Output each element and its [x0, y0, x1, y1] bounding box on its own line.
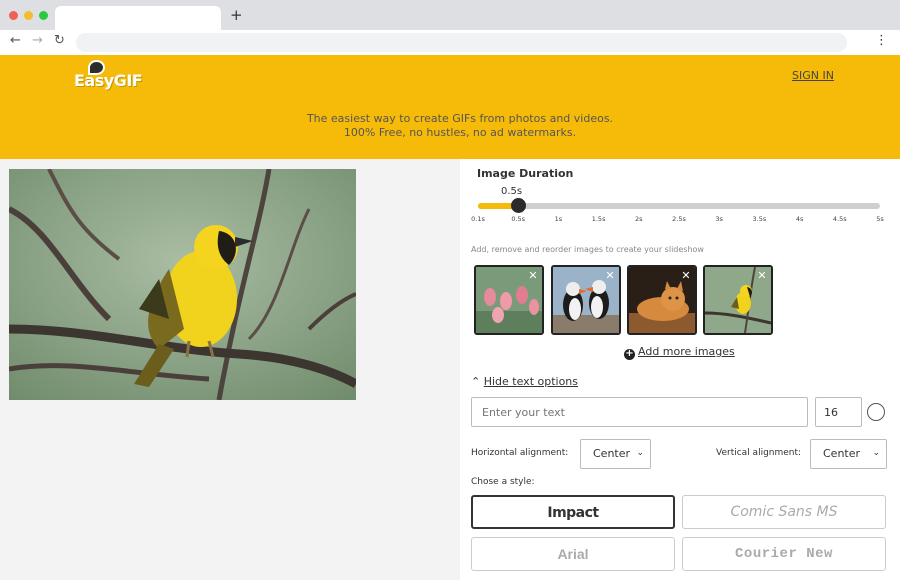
arrow-right-icon[interactable]: →	[32, 33, 43, 48]
slideshow-hint: Add, remove and reorder images to create…	[471, 245, 704, 254]
minimize-window-icon[interactable]	[24, 11, 33, 20]
browser-tab[interactable]	[55, 6, 221, 30]
window-controls	[9, 11, 48, 20]
tagline-line-2: 100% Free, no hustles, no ad watermarks.	[343, 126, 577, 139]
remove-thumbnail-icon[interactable]: ✕	[603, 269, 617, 283]
thumbnail-flamingos[interactable]: ✕	[474, 265, 544, 335]
duration-tick-label: 2s	[635, 215, 643, 223]
duration-tick-label: 5s	[876, 215, 884, 223]
remove-thumbnail-icon[interactable]: ✕	[679, 269, 693, 283]
duration-tick-label: 4s	[795, 215, 804, 223]
horizontal-alignment-label: Horizontal alignment:	[471, 448, 569, 458]
thumbnail-puffins[interactable]: ✕	[551, 265, 621, 335]
arrow-left-icon[interactable]: ←	[10, 33, 21, 48]
plus-circle-icon: +	[624, 348, 635, 360]
vertical-alignment-value: Center	[823, 447, 861, 460]
duration-tick-label: 1.5s	[591, 215, 606, 223]
style-comic-sans-button[interactable]: Comic Sans MS	[682, 495, 886, 529]
duration-tick-label: 4.5s	[832, 215, 847, 223]
style-courier-new-button[interactable]: Courier New	[682, 537, 886, 571]
duration-tick-label: 1s	[554, 215, 563, 223]
duration-tick-label: 0.5s	[511, 215, 526, 223]
maximize-window-icon[interactable]	[39, 11, 48, 20]
tagline-line-1: The easiest way to create GIFs from phot…	[306, 112, 614, 125]
tagline: The easiest way to create GIFs from phot…	[0, 112, 900, 140]
duration-tick-label: 0.1s	[471, 215, 485, 223]
close-window-icon[interactable]	[9, 11, 18, 20]
style-arial-button[interactable]: Arial	[471, 537, 675, 571]
controls-pane: Image Duration 0.5s 0.1s 0.5s 1s 1.5s 2s 2.5s…	[460, 159, 900, 580]
thumbnail-cat[interactable]: ✕	[627, 265, 697, 335]
add-more-images-button[interactable]: + Add more images	[624, 345, 735, 360]
font-size-input[interactable]	[815, 397, 862, 427]
hide-text-options-label: Hide text options	[483, 375, 579, 388]
duration-slider-handle[interactable]	[510, 198, 526, 213]
duration-tick-label: 3s	[715, 215, 723, 223]
thumbnail-bird[interactable]: ✕	[703, 265, 773, 335]
duration-tick-label: 3.5s	[752, 215, 767, 223]
hide-text-options-toggle[interactable]: ⌃ Hide text options	[471, 375, 578, 388]
horizontal-alignment-value: Center	[593, 447, 631, 460]
horizontal-alignment-select[interactable]: Center ⌄	[580, 439, 651, 469]
gif-preview-image	[9, 169, 356, 400]
easygif-logo[interactable]: EasyGIF	[74, 59, 144, 93]
more-vert-icon[interactable]: ⋮	[875, 33, 888, 48]
choose-style-label: Chose a style:	[471, 477, 535, 487]
browser-toolbar: ← → ↻ ⋮	[0, 30, 900, 55]
chevron-up-icon: ⌃	[471, 375, 481, 388]
reload-icon[interactable]: ↻	[54, 33, 65, 48]
duration-tick-label: 2.5s	[672, 215, 686, 223]
preview-pane	[0, 159, 460, 580]
logo-text: EasyGIF	[74, 71, 143, 90]
vertical-alignment-label: Vertical alignment:	[716, 448, 802, 458]
address-bar[interactable]	[76, 33, 847, 52]
sign-in-link[interactable]: SIGN IN	[792, 69, 834, 82]
remove-thumbnail-icon[interactable]: ✕	[526, 269, 540, 283]
add-more-images-label: Add more images	[638, 345, 735, 358]
site-header: EasyGIF SIGN IN The easiest way to creat…	[0, 55, 900, 159]
text-color-picker[interactable]	[867, 403, 885, 421]
chevron-down-icon: ⌄	[636, 448, 644, 458]
duration-value-label: 0.5s	[501, 186, 523, 197]
gif-text-input[interactable]	[471, 397, 808, 427]
chevron-down-icon: ⌄	[872, 448, 880, 458]
vertical-alignment-select[interactable]: Center ⌄	[810, 439, 887, 469]
duration-slider-track[interactable]	[478, 203, 880, 209]
new-tab-button[interactable]: +	[230, 6, 243, 24]
image-duration-title: Image Duration	[477, 167, 574, 180]
remove-thumbnail-icon[interactable]: ✕	[755, 269, 769, 283]
style-impact-button[interactable]: Impact	[471, 495, 675, 529]
